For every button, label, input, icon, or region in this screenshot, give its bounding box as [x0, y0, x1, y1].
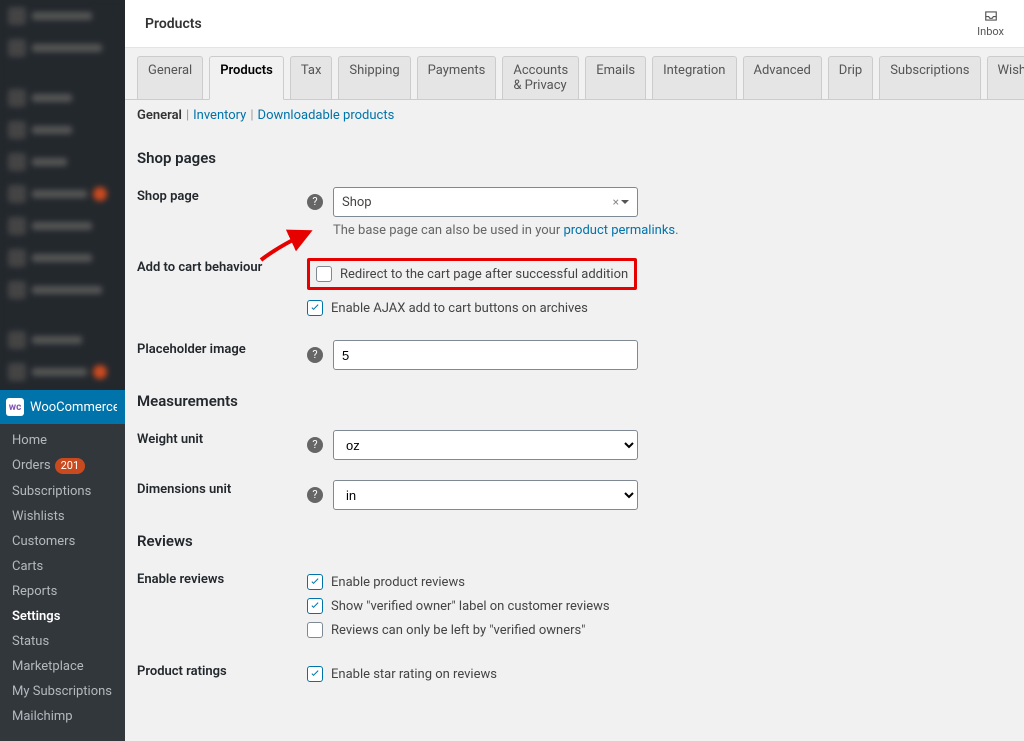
clear-icon[interactable]: × [613, 195, 619, 209]
main-content: Products Inbox GeneralProductsTaxShippin… [125, 0, 1024, 684]
subtab-inventory[interactable]: Inventory [193, 108, 246, 123]
top-bar: Products Inbox [125, 0, 1024, 48]
inbox-button[interactable]: Inbox [977, 9, 1004, 38]
shop-page-desc-suffix: . [675, 223, 678, 238]
sidebar-subitem-reports[interactable]: Reports [0, 579, 125, 604]
separator: | [250, 108, 253, 123]
checkbox-verified-owner-label-text: Show "verified owner" label on customer … [331, 599, 610, 614]
orders-count-badge: 201 [55, 458, 86, 474]
label-shop-page: Shop page [137, 177, 307, 248]
sidebar-subitem-carts[interactable]: Carts [0, 554, 125, 579]
sidebar-blurred-top [0, 0, 125, 390]
help-icon[interactable]: ? [307, 487, 323, 503]
tab-accounts-privacy[interactable]: Accounts & Privacy [502, 56, 579, 99]
inbox-icon [983, 9, 999, 23]
sidebar-subitem-subscriptions[interactable]: Subscriptions [0, 479, 125, 504]
tab-shipping[interactable]: Shipping [338, 56, 410, 99]
section-shop-pages: Shop pages [137, 149, 1012, 167]
sidebar-subitem-my-subscriptions[interactable]: My Subscriptions [0, 679, 125, 704]
shop-page-desc-prefix: The base page can also be used in your [333, 223, 563, 238]
subtab-downloadable-products[interactable]: Downloadable products [258, 108, 395, 123]
tab-subscriptions[interactable]: Subscriptions [879, 56, 980, 99]
tab-payments[interactable]: Payments [417, 56, 497, 99]
checkbox-redirect-to-cart[interactable] [316, 266, 332, 282]
settings-tabs: GeneralProductsTaxShippingPaymentsAccoun… [125, 48, 1024, 100]
sidebar-subitem-settings[interactable]: Settings [0, 604, 125, 629]
tab-drip[interactable]: Drip [828, 56, 873, 99]
woocommerce-icon: wc [6, 398, 24, 416]
sidebar-item-woocommerce[interactable]: wc WooCommerce [0, 390, 125, 424]
tab-general[interactable]: General [137, 56, 203, 99]
label-dimensions-unit: Dimensions unit [137, 470, 307, 520]
sidebar-subitem-customers[interactable]: Customers [0, 529, 125, 554]
checkbox-enable-star-rating-label: Enable star rating on reviews [331, 667, 497, 682]
shop-page-select-value: Shop [342, 195, 372, 210]
label-placeholder-image: Placeholder image [137, 330, 307, 380]
separator: | [186, 108, 189, 123]
checkbox-only-verified-owners[interactable] [307, 622, 323, 638]
sidebar-subitem-wishlists[interactable]: Wishlists [0, 504, 125, 529]
placeholder-image-input[interactable] [333, 340, 638, 370]
inbox-label: Inbox [977, 25, 1004, 38]
sidebar-subitem-mailchimp[interactable]: Mailchimp [0, 704, 125, 729]
checkbox-redirect-label: Redirect to the cart page after successf… [340, 267, 628, 282]
admin-sidebar: wc WooCommerce HomeOrders201Subscription… [0, 0, 125, 684]
weight-unit-select[interactable]: oz [333, 430, 638, 460]
sidebar-subitem-home[interactable]: Home [0, 428, 125, 453]
checkbox-enable-product-reviews[interactable] [307, 574, 323, 590]
shop-page-select[interactable]: Shop × [333, 187, 638, 217]
label-weight-unit: Weight unit [137, 420, 307, 470]
tab-products[interactable]: Products [209, 56, 284, 100]
tab-emails[interactable]: Emails [585, 56, 646, 99]
checkbox-only-verified-owners-label: Reviews can only be left by "verified ow… [331, 623, 585, 638]
tab-advanced[interactable]: Advanced [743, 56, 822, 99]
help-icon[interactable]: ? [307, 194, 323, 210]
tab-wishlists[interactable]: Wishlists [987, 56, 1024, 99]
sidebar-item-label: WooCommerce [30, 400, 120, 415]
tab-tax[interactable]: Tax [290, 56, 333, 99]
label-enable-reviews: Enable reviews [137, 560, 307, 652]
sidebar-subitem-marketplace[interactable]: Marketplace [0, 654, 125, 679]
chevron-down-icon [621, 200, 629, 208]
section-measurements: Measurements [137, 392, 1012, 410]
dimensions-unit-select[interactable]: in [333, 480, 638, 510]
subtab-general[interactable]: General [137, 108, 182, 123]
sidebar-subitem-orders[interactable]: Orders201 [0, 453, 125, 479]
help-icon[interactable]: ? [307, 347, 323, 363]
checkbox-enable-star-rating[interactable] [307, 666, 323, 682]
label-product-ratings: Product ratings [137, 652, 307, 684]
help-icon[interactable]: ? [307, 437, 323, 453]
checkbox-enable-ajax-label: Enable AJAX add to cart buttons on archi… [331, 301, 588, 316]
checkbox-enable-product-reviews-label: Enable product reviews [331, 575, 465, 590]
callout-box: Redirect to the cart page after successf… [307, 258, 637, 290]
tab-integration[interactable]: Integration [652, 56, 736, 99]
page-title: Products [145, 16, 202, 32]
checkbox-enable-ajax[interactable] [307, 300, 323, 316]
label-add-to-cart: Add to cart behaviour [137, 248, 307, 330]
checkbox-verified-owner-label[interactable] [307, 598, 323, 614]
section-reviews: Reviews [137, 532, 1012, 550]
product-permalinks-link[interactable]: product permalinks [563, 223, 675, 238]
settings-subtabs: General | Inventory | Downloadable products [125, 100, 1024, 131]
sidebar-subitem-status[interactable]: Status [0, 629, 125, 654]
